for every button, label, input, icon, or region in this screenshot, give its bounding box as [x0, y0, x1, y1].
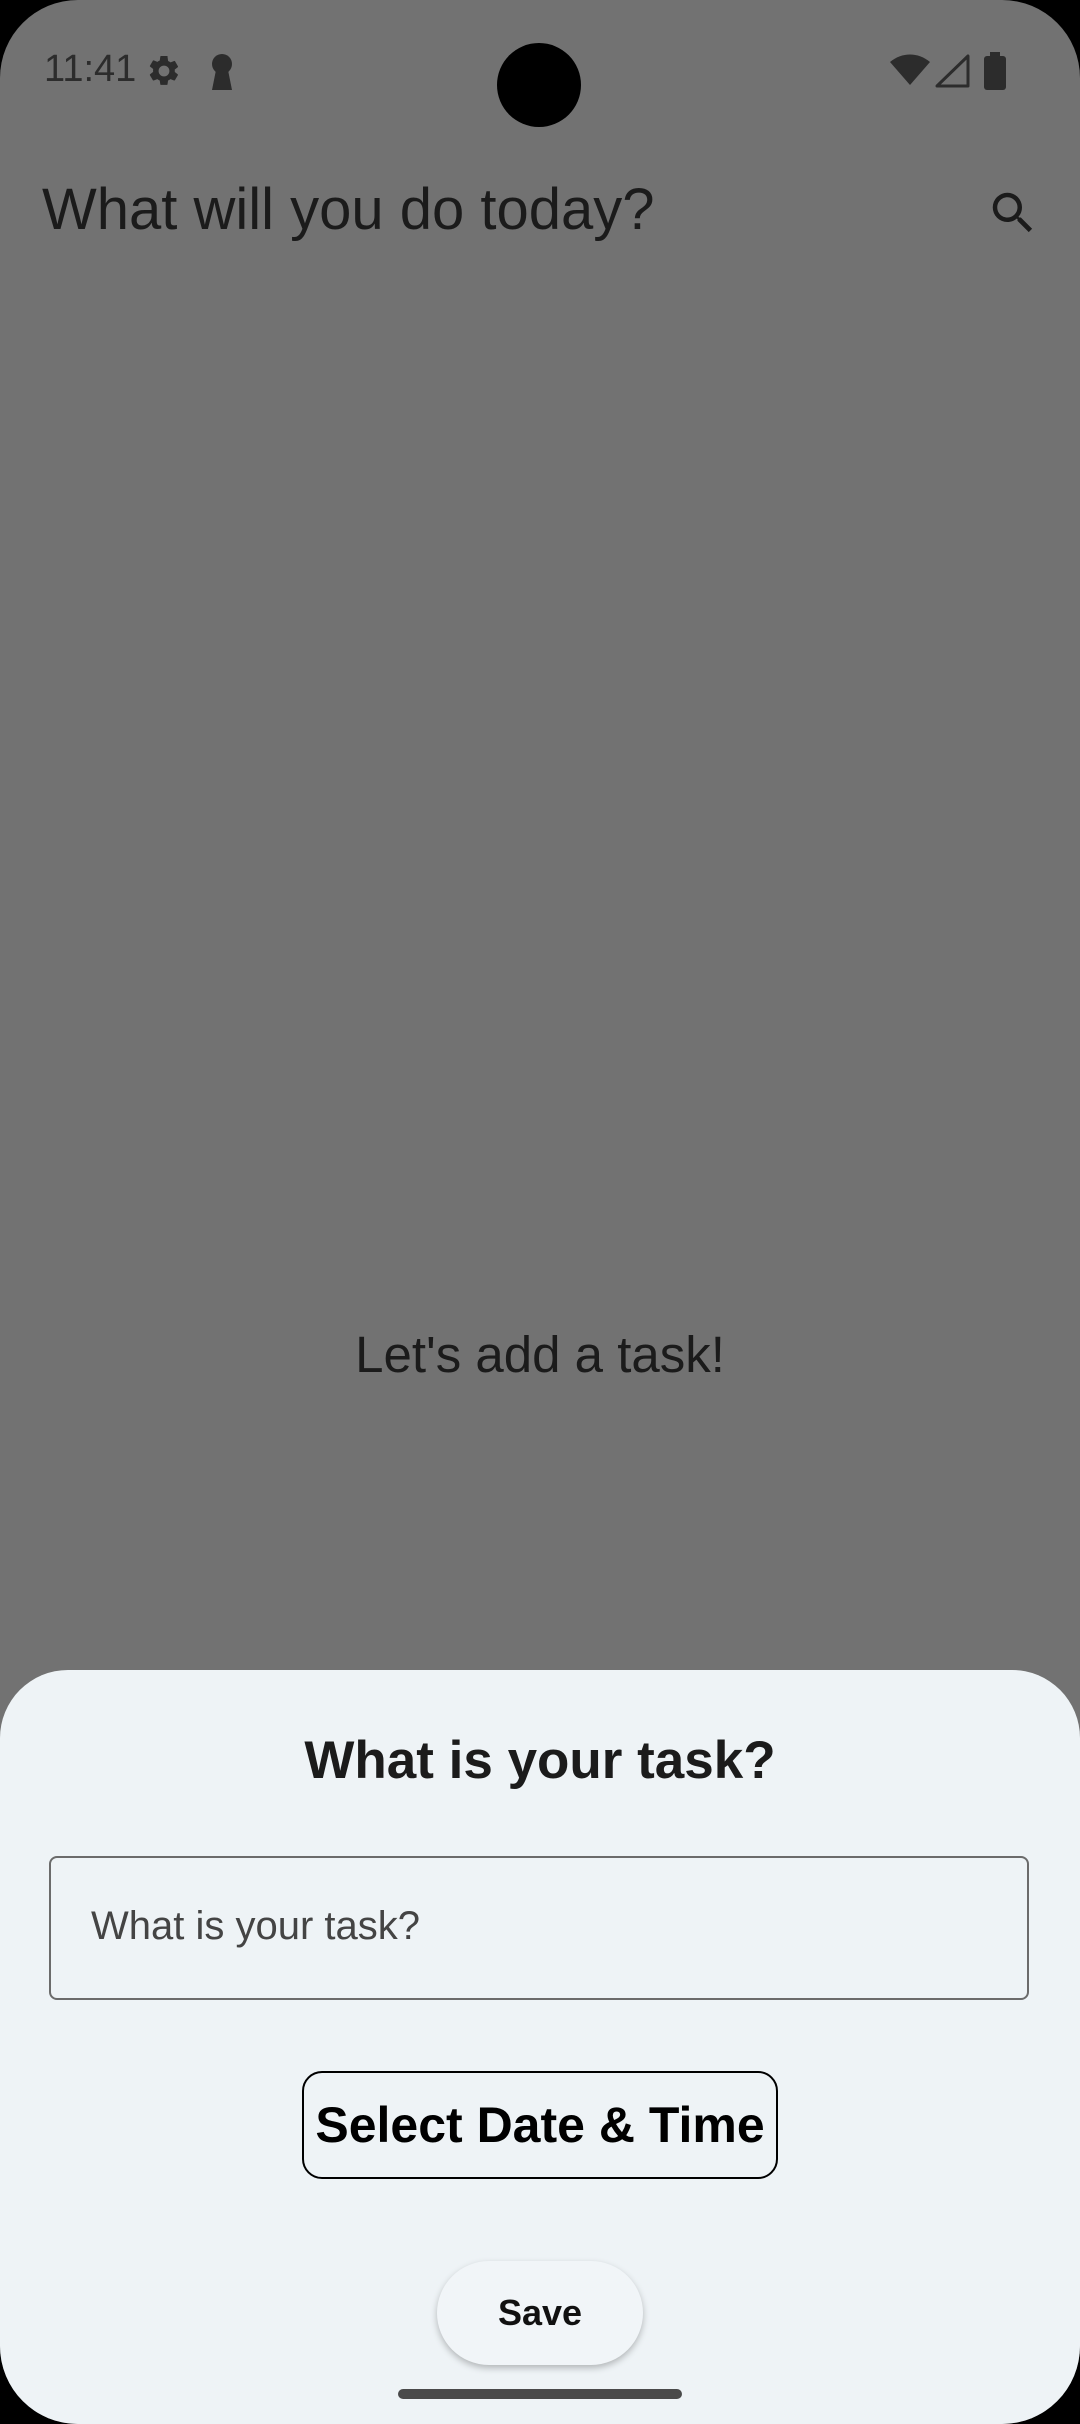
- select-date-time-button[interactable]: Select Date & Time: [302, 2071, 778, 2179]
- task-input-placeholder: What is your task?: [91, 1904, 421, 1948]
- add-task-bottom-sheet: What is your task? What is your task? Se…: [0, 1670, 1080, 2424]
- status-bar: 11:41: [0, 0, 1080, 140]
- gear-icon: [149, 55, 179, 85]
- search-icon[interactable]: [986, 186, 1040, 240]
- task-input[interactable]: What is your task?: [49, 1856, 1029, 2000]
- battery-icon: [984, 52, 1006, 90]
- gesture-navigation-bar[interactable]: [398, 2389, 682, 2399]
- screen: 11:41 What will you do today? Let's add …: [0, 0, 1080, 2424]
- status-time: 11:41: [44, 48, 137, 90]
- save-button[interactable]: Save: [437, 2261, 643, 2365]
- sheet-title: What is your task?: [304, 1731, 776, 1790]
- empty-state-message: Let's add a task!: [355, 1326, 725, 1383]
- page-title: What will you do today?: [42, 177, 655, 242]
- signal-icon: [935, 54, 970, 88]
- front-camera: [497, 43, 581, 127]
- wifi-icon: [890, 54, 930, 85]
- keyhole-icon: [212, 54, 232, 90]
